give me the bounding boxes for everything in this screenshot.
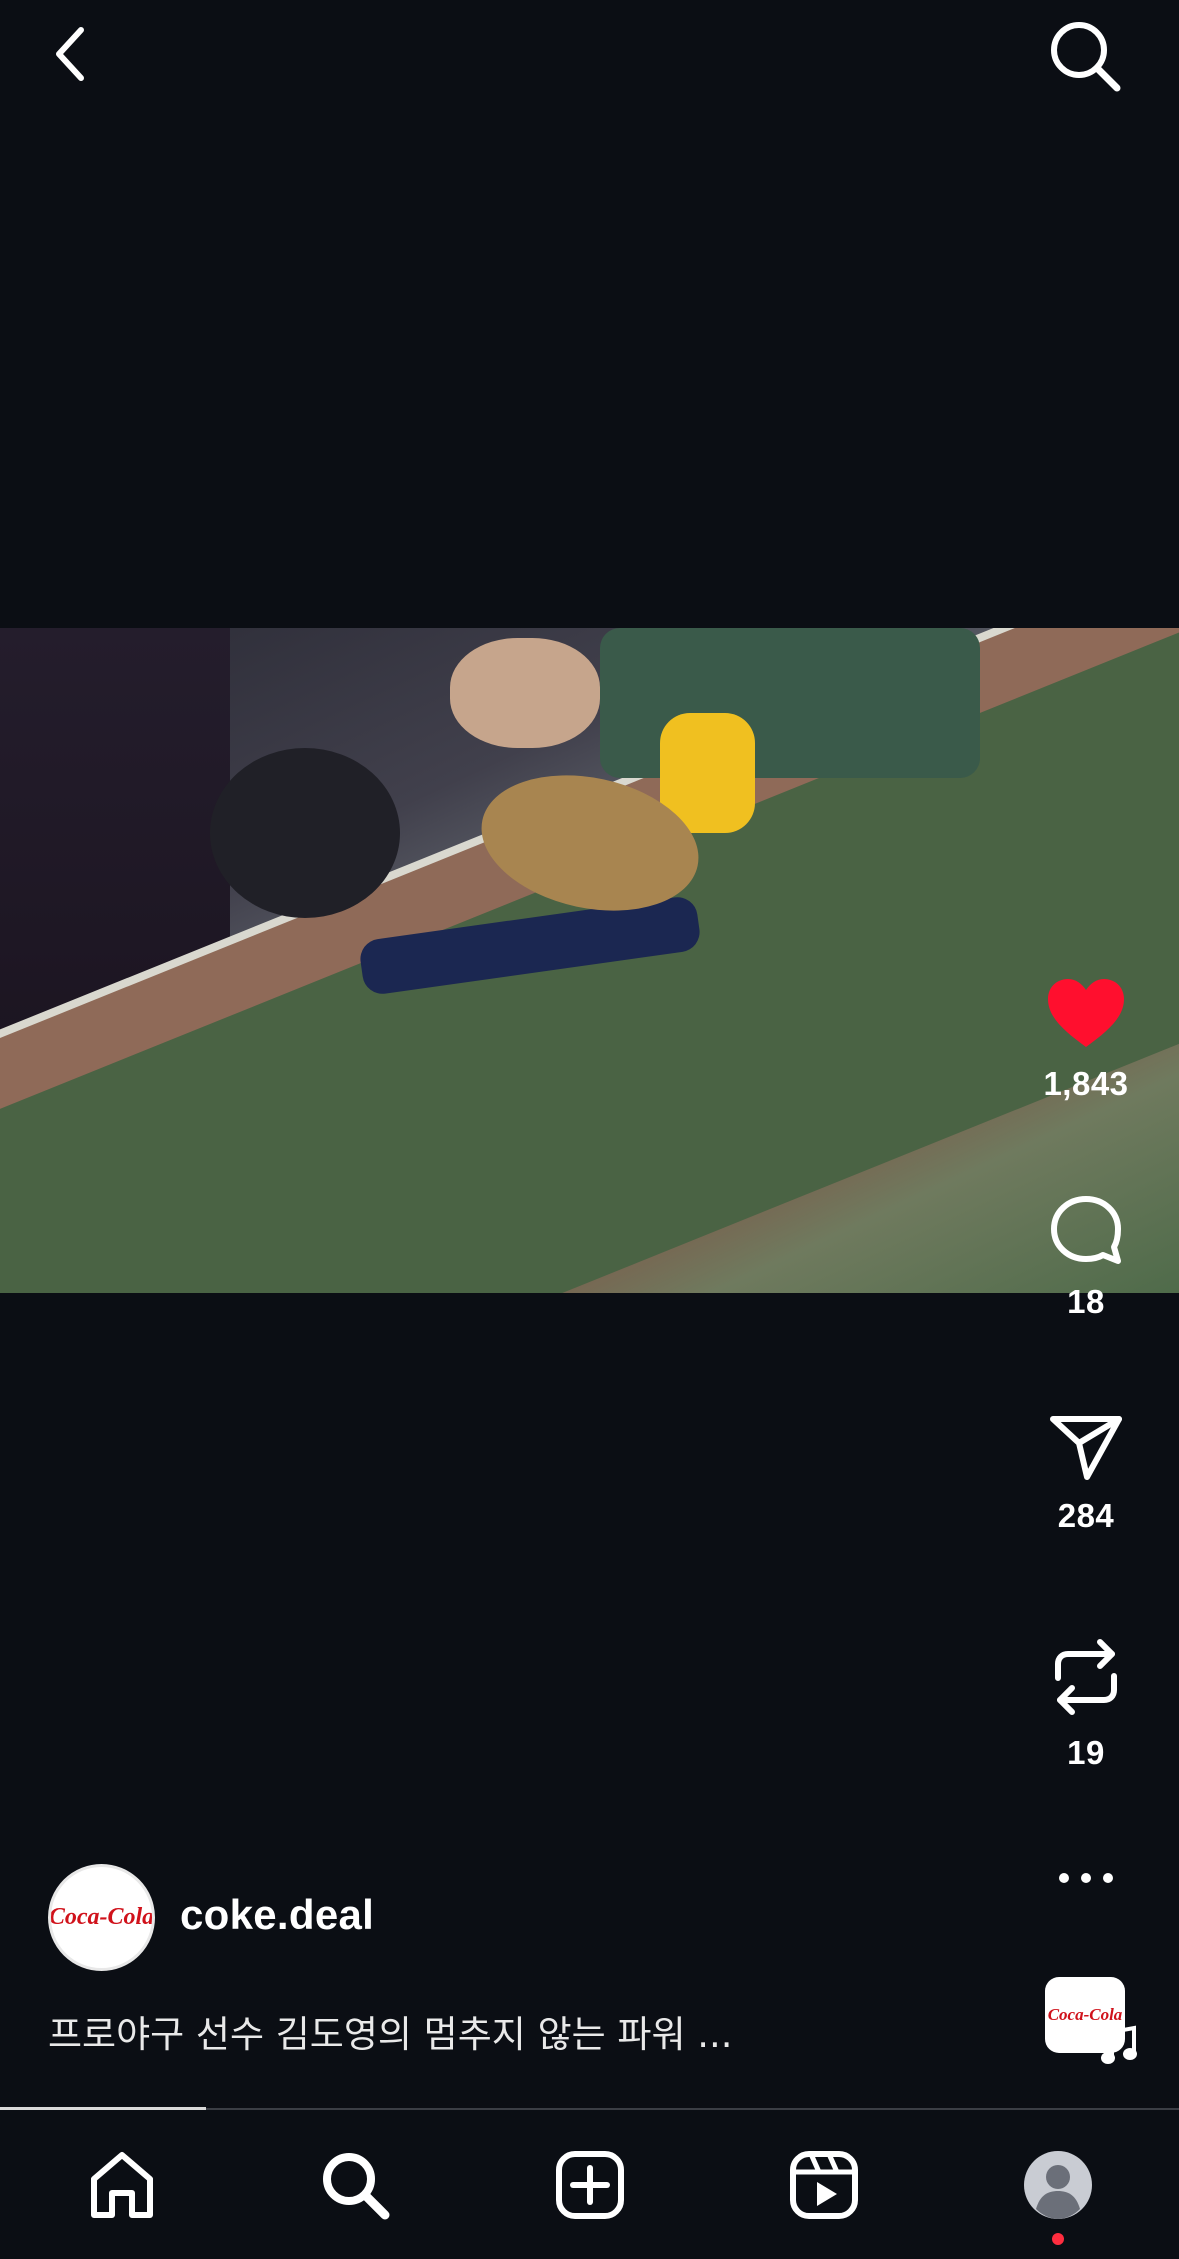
- chevron-left-icon: [56, 27, 84, 81]
- repost-count: 19: [1067, 1734, 1105, 1771]
- more-icon: [1059, 1873, 1113, 1883]
- nav-reels[interactable]: [774, 2140, 874, 2230]
- video-catcher-jersey: [600, 628, 980, 778]
- plus-square-icon: [556, 2151, 624, 2219]
- bottom-navigation: [0, 2110, 1179, 2259]
- author-avatar[interactable]: Coca-Cola: [48, 1864, 155, 1971]
- like-action[interactable]: 1,843: [1030, 975, 1142, 1103]
- send-icon: [1050, 1416, 1122, 1480]
- comment-icon: [1051, 1196, 1121, 1264]
- like-count: 1,843: [1043, 1065, 1129, 1102]
- notification-dot: [1052, 2233, 1064, 2245]
- nav-search[interactable]: [305, 2140, 405, 2230]
- post-caption[interactable]: 프로야구 선수 김도영의 멈추지 않는 파워 ...: [48, 2004, 733, 2058]
- repost-action[interactable]: 19: [1030, 1634, 1142, 1772]
- comment-action[interactable]: 18: [1030, 1193, 1142, 1321]
- search-icon: [323, 2153, 390, 2220]
- reels-icon: [790, 2151, 858, 2219]
- search-icon: [1051, 22, 1121, 92]
- audio-coca-cola-logo: Coca-Cola: [1047, 2005, 1123, 2024]
- comment-count: 18: [1067, 1283, 1105, 1320]
- home-icon: [91, 2152, 153, 2218]
- nav-profile[interactable]: [1008, 2140, 1108, 2230]
- repost-icon: [1055, 1639, 1117, 1715]
- share-action[interactable]: 284: [1030, 1413, 1142, 1535]
- author-username[interactable]: coke.deal: [180, 1891, 374, 1939]
- coca-cola-logo: Coca-Cola: [48, 1904, 155, 1930]
- nav-home[interactable]: [72, 2140, 172, 2230]
- search-button[interactable]: [1040, 14, 1130, 98]
- video-player[interactable]: [0, 628, 1179, 1293]
- more-button[interactable]: [1030, 1870, 1142, 1886]
- back-button[interactable]: [30, 14, 110, 94]
- video-catcher-face: [450, 638, 600, 748]
- profile-avatar-icon: [1024, 2151, 1092, 2219]
- music-note-icon: [1100, 2024, 1138, 2066]
- heart-icon: [1048, 979, 1124, 1047]
- share-count: 284: [1057, 1497, 1115, 1534]
- nav-create[interactable]: [540, 2140, 640, 2230]
- video-helmet: [210, 748, 400, 918]
